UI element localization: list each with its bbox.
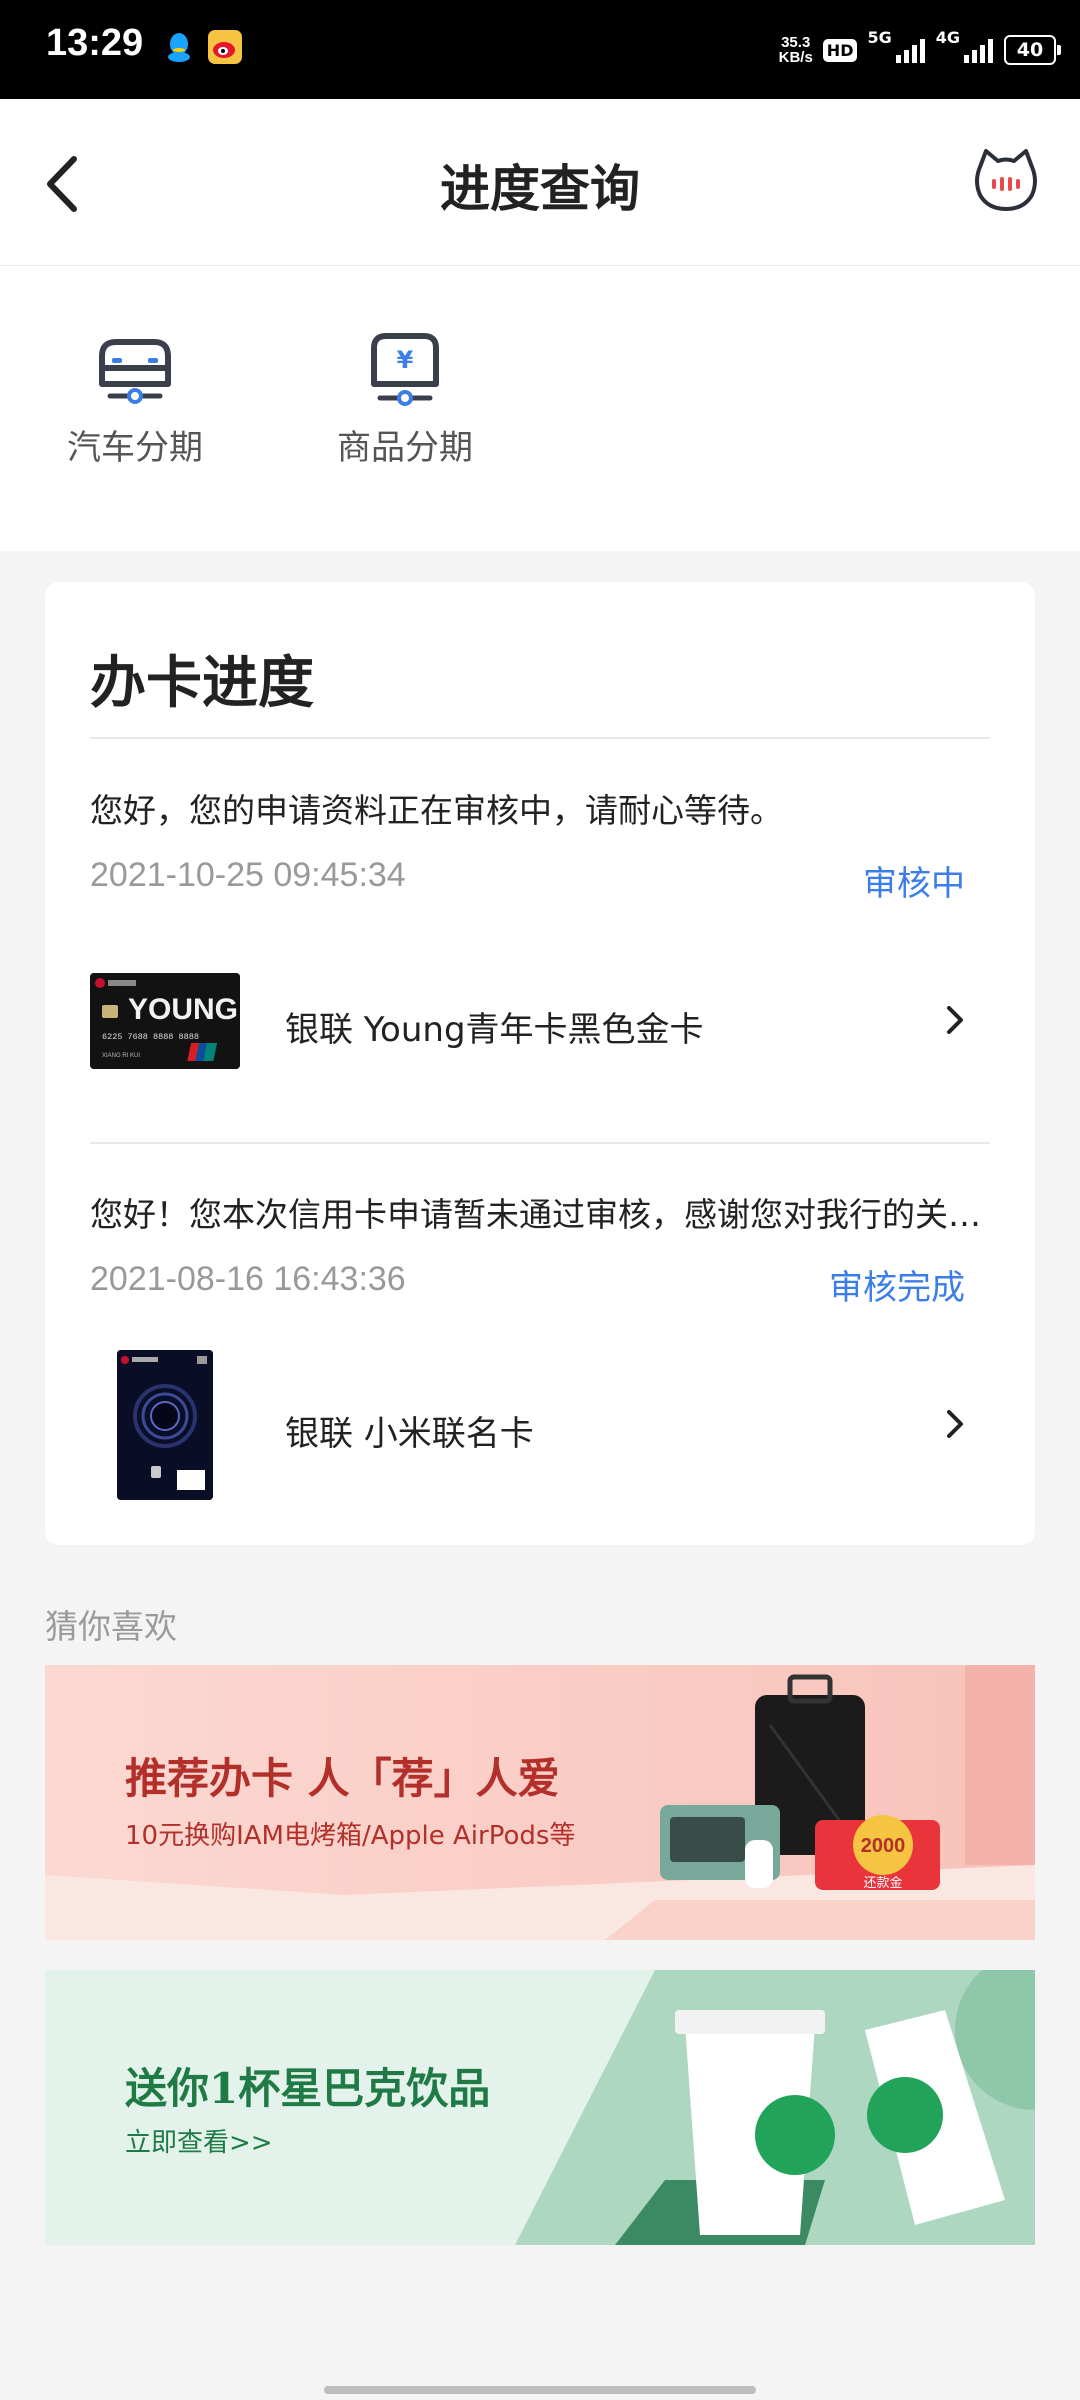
- sim1-network-label: 5G: [867, 28, 892, 47]
- xiaomi-card-name[interactable]: 银联 小米联名卡: [285, 1406, 534, 1455]
- weibo-notification-icon: [208, 30, 242, 64]
- xiaomi-card-image: [117, 1350, 213, 1500]
- car-icon: [99, 339, 171, 404]
- page-title: 进度查询: [440, 160, 640, 218]
- app-header: 进度查询: [0, 99, 1080, 266]
- young-card-art-text: YOUNG: [128, 993, 238, 1026]
- repay-gold-label: 还款金: [863, 1875, 902, 1891]
- status-bar: 13:29 35.3 KB/s HD 5G 4G 40: [0, 0, 1080, 99]
- signal-icon: [964, 39, 993, 63]
- referral-heading: 推荐办卡 人「荐」人爱: [125, 1754, 560, 1803]
- network-speed-unit: KB/s: [778, 49, 813, 66]
- goods-installment-entry[interactable]: ¥ 商品分期: [295, 326, 515, 469]
- chevron-right-icon[interactable]: [943, 1406, 967, 1442]
- young-card-name[interactable]: 银联 Young青年卡黑色金卡: [285, 1002, 704, 1051]
- network-speed-value: 35.3: [781, 34, 811, 51]
- referral-subtitle: 10元换购IAM电烤箱/Apple AirPods等: [125, 1821, 576, 1851]
- referral-banner[interactable]: 2000 还款金 推荐办卡 人「荐」人爱 10元换购IAM电烤箱/Apple A…: [45, 1665, 1035, 1940]
- goods-installment-label: 商品分期: [337, 428, 473, 468]
- car-installment-label: 汽车分期: [67, 428, 203, 468]
- application-time: 2021-08-16 16:43:36: [90, 1260, 406, 1298]
- young-card-art-holder: XIANG RI KUI: [102, 1053, 140, 1059]
- recommend-title: 猜你喜欢: [45, 1607, 177, 1646]
- cat-mascot-icon: [975, 149, 1037, 211]
- application-message: 您好，您的申请资料正在审核中，请耐心等待。: [90, 791, 783, 830]
- status-indicators: 35.3 KB/s HD 5G 4G 40: [779, 28, 1061, 72]
- sim2-network-label: 4G: [935, 28, 960, 47]
- svg-text:¥: ¥: [397, 346, 414, 374]
- goods-yen-icon: ¥: [371, 333, 439, 406]
- application-message: 您好！您本次信用卡申请暂未通过审核，感谢您对我行的关注与支持。: [90, 1195, 990, 1234]
- card-progress-panel: 办卡进度 您好，您的申请资料正在审核中，请耐心等待。 2021-10-25 09…: [45, 582, 1035, 1545]
- starbucks-banner[interactable]: 送你1杯星巴克饮品 立即查看>>: [45, 1970, 1035, 2245]
- network-speed: 35.3 KB/s: [779, 35, 813, 65]
- divider: [90, 1142, 990, 1144]
- battery-icon: 40: [1004, 35, 1061, 65]
- car-installment-entry[interactable]: 汽车分期: [25, 326, 245, 469]
- young-card-art-number: 6225 7688 8888 8888: [102, 1032, 199, 1042]
- repay-gold-amount: 2000: [861, 1835, 906, 1857]
- hd-voice-badge: HD: [822, 38, 858, 62]
- starbucks-view-link[interactable]: 立即查看>>: [125, 2122, 273, 2159]
- chevron-right-icon[interactable]: [943, 1002, 967, 1038]
- starbucks-heading: 送你1杯星巴克饮品: [125, 2064, 491, 2113]
- mascot-button[interactable]: [972, 147, 1040, 215]
- application-status: 审核完成: [829, 1268, 965, 1308]
- application-time: 2021-10-25 09:45:34: [90, 856, 406, 894]
- application-status: 审核中: [863, 864, 965, 904]
- status-time: 13:29: [46, 22, 144, 64]
- signal-icon: [895, 39, 925, 63]
- qq-notification-icon: [162, 30, 196, 64]
- card-progress-title: 办卡进度: [90, 651, 314, 716]
- home-indicator[interactable]: [324, 2386, 756, 2394]
- quick-entry-bar: 汽车分期 ¥ 商品分期: [0, 266, 1080, 551]
- divider: [90, 737, 990, 739]
- young-card-image: YOUNG 6225 7688 8888 8888 XIANG RI KUI: [90, 973, 240, 1069]
